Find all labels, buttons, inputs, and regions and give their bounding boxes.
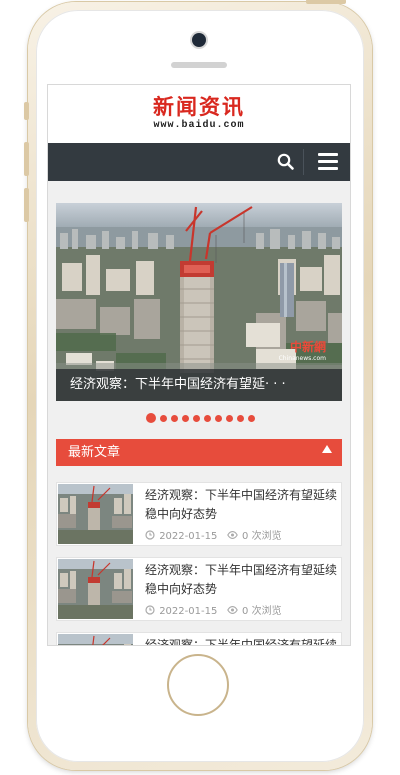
slider-dot[interactable] (225, 414, 233, 422)
slider-dot[interactable] (247, 414, 255, 422)
mute-switch (24, 102, 29, 120)
menu-icon[interactable] (318, 153, 338, 171)
article-item[interactable]: 经济观察：下半年中国经济有望延续稳中向好态势 2022-01-15 0 次浏览 (56, 632, 342, 645)
article-thumbnail (58, 484, 133, 544)
clock-icon (145, 605, 155, 618)
volume-up-button (24, 142, 29, 176)
article-thumbnail (58, 634, 133, 645)
clock-icon (145, 530, 155, 543)
article-meta: 2022-01-15 0 次浏览 (145, 602, 282, 618)
article-title[interactable]: 经济观察：下半年中国经济有望延续稳中向好态势 (145, 561, 339, 599)
article-title[interactable]: 经济观察：下半年中国经济有望延续稳中向好态势 (145, 636, 339, 645)
phone-screen: 新闻资讯 www.baidu.com 中新網 Chinanews.com 经济观… (47, 84, 351, 646)
article-views: 0 次浏览 (242, 606, 282, 617)
slider-dot[interactable] (170, 414, 178, 422)
article-item[interactable]: 经济观察：下半年中国经济有望延续稳中向好态势 2022-01-15 0 次浏览 (56, 482, 342, 546)
slider-dot[interactable] (236, 414, 244, 422)
navbar-divider (303, 149, 304, 175)
article-meta: 2022-01-15 0 次浏览 (145, 527, 282, 543)
slider-dot[interactable] (159, 414, 167, 422)
article-list: 经济观察：下半年中国经济有望延续稳中向好态势 2022-01-15 0 次浏览 (56, 482, 342, 645)
banner-watermark: 中新網 Chinanews.com (278, 340, 326, 362)
power-button (306, 0, 346, 4)
site-header: 新闻资讯 www.baidu.com (48, 85, 350, 143)
article-title[interactable]: 经济观察：下半年中国经济有望延续稳中向好态势 (145, 486, 339, 524)
article-date: 2022-01-15 (159, 606, 218, 617)
site-url: www.baidu.com (153, 120, 245, 131)
section-title: 最新文章 (68, 445, 121, 460)
site-logo[interactable]: 新闻资讯 (48, 85, 350, 119)
banner-caption[interactable]: 经济观察：下半年中国经济有望延· · · (70, 376, 286, 394)
search-icon[interactable] (276, 152, 296, 172)
slider-dot[interactable] (203, 414, 211, 422)
article-views: 0 次浏览 (242, 531, 282, 542)
slider-pagination (48, 413, 350, 423)
eye-icon (227, 605, 238, 618)
volume-down-button (24, 188, 29, 222)
earpiece-speaker (171, 62, 227, 68)
triangle-up-icon[interactable] (322, 445, 332, 453)
eye-icon (227, 530, 238, 543)
banner-slider[interactable]: 中新網 Chinanews.com 经济观察：下半年中国经济有望延· · · (56, 203, 342, 401)
slider-dot[interactable] (181, 414, 189, 422)
slider-dot[interactable] (214, 414, 222, 422)
slider-dot[interactable] (145, 413, 156, 423)
latest-articles-header: 最新文章 (56, 439, 342, 466)
article-item[interactable]: 经济观察：下半年中国经济有望延续稳中向好态势 2022-01-15 0 次浏览 (56, 557, 342, 621)
banner-caption-bar: 经济观察：下半年中国经济有望延· · · (56, 369, 342, 401)
front-camera (192, 33, 206, 47)
navbar (48, 143, 350, 181)
article-thumbnail (58, 559, 133, 619)
slider-dot[interactable] (192, 414, 200, 422)
article-date: 2022-01-15 (159, 531, 218, 542)
home-button (167, 654, 229, 716)
